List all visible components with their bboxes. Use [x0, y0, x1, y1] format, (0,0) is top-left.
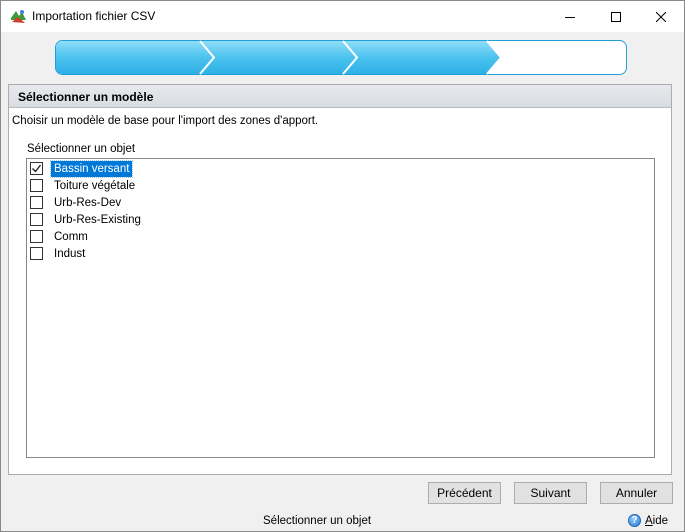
checkbox[interactable]: [30, 179, 43, 192]
checkbox[interactable]: [30, 162, 43, 175]
list-item-label: Indust: [54, 247, 86, 260]
close-icon: [656, 11, 666, 22]
list-item-bassin-versant[interactable]: Bassin versant: [30, 159, 134, 178]
help-button[interactable]: ? Aide: [628, 514, 668, 527]
window-title: Importation fichier CSV: [32, 9, 156, 23]
cancel-button[interactable]: Annuler: [600, 482, 673, 504]
maximize-button[interactable]: [593, 1, 639, 32]
previous-button[interactable]: Précédent: [428, 482, 501, 504]
panel-header: Sélectionner un modèle: [9, 85, 671, 108]
list-item-label: Urb-Res-Existing: [54, 213, 141, 226]
object-list-label: Sélectionner un objet: [27, 143, 136, 155]
minimize-icon: [565, 16, 575, 18]
panel-title: Sélectionner un modèle: [18, 90, 154, 104]
object-checklist[interactable]: Bassin versant Toiture végétale Urb-Res-…: [26, 158, 655, 458]
list-item-toiture-vegetale[interactable]: Toiture végétale: [30, 177, 138, 194]
checkbox[interactable]: [30, 196, 43, 209]
list-item-urb-res-existing[interactable]: Urb-Res-Existing: [30, 211, 144, 228]
list-item-indust[interactable]: Indust: [30, 245, 88, 262]
checkbox[interactable]: [30, 230, 43, 243]
status-bar: Sélectionner un objet ? Aide: [1, 511, 684, 532]
list-item-label: Toiture végétale: [54, 179, 136, 192]
help-icon: ?: [628, 514, 641, 527]
dialog-window: Importation fichier CSV Sélectionner un …: [0, 0, 685, 532]
list-item-label: Comm: [54, 230, 88, 243]
title-bar: Importation fichier CSV: [1, 1, 684, 32]
list-item-comm[interactable]: Comm: [30, 228, 91, 245]
checkbox[interactable]: [30, 213, 43, 226]
csv-import-app-icon: [10, 8, 27, 25]
checkmark-icon: [32, 164, 42, 173]
wizard-progress-bar: [55, 40, 627, 75]
list-item-urb-res-dev[interactable]: Urb-Res-Dev: [30, 194, 124, 211]
checkbox[interactable]: [30, 247, 43, 260]
list-item-label: Urb-Res-Dev: [54, 196, 122, 209]
progress-fill: [56, 41, 501, 74]
status-text: Sélectionner un objet: [263, 515, 372, 527]
minimize-button[interactable]: [547, 1, 593, 32]
next-button[interactable]: Suivant: [514, 482, 587, 504]
help-label: Aide: [645, 515, 668, 527]
maximize-icon: [611, 11, 621, 22]
list-item-label: Bassin versant: [49, 159, 134, 178]
content-panel: Sélectionner un modèle Choisir un modèle…: [8, 84, 672, 475]
help-access-key: A: [645, 514, 653, 527]
help-label-rest: ide: [652, 514, 669, 527]
close-button[interactable]: [638, 1, 684, 32]
panel-description: Choisir un modèle de base pour l'import …: [12, 115, 319, 127]
